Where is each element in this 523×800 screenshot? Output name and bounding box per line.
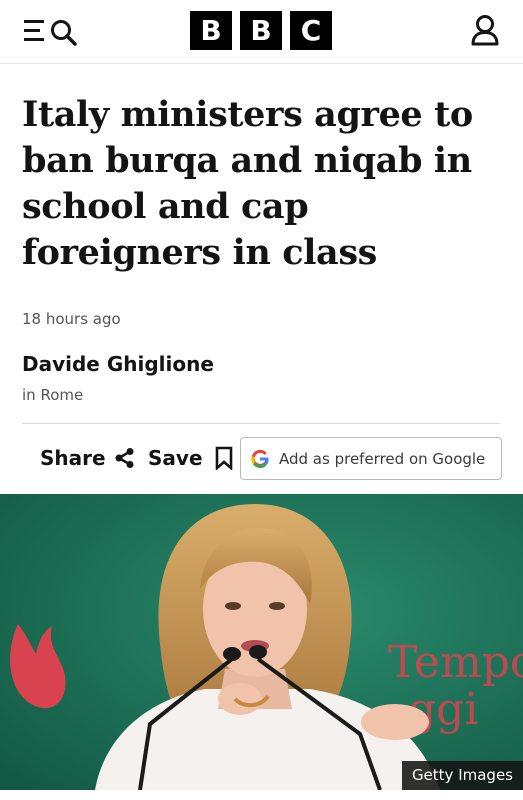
author-name: Davide Ghiglione (22, 352, 214, 376)
article-headline: Italy ministers agree to ban burqa and n… (22, 94, 473, 273)
search-icon[interactable] (51, 20, 77, 46)
photo-credit: Getty Images (401, 761, 523, 790)
author-location: in Rome (22, 386, 84, 404)
save-label: Save (148, 446, 203, 470)
share-label: Share (40, 446, 106, 470)
logo-letter-c: C (290, 11, 332, 50)
add-preferred-google-button[interactable]: Add as preferred on Google (240, 437, 502, 480)
menu-search-button[interactable] (22, 16, 82, 46)
google-g-icon (251, 449, 269, 468)
bookmark-icon (215, 446, 232, 470)
bbc-logo[interactable]: B B C (190, 11, 332, 50)
share-button[interactable]: Share (40, 444, 136, 472)
save-button[interactable]: Save (148, 444, 233, 472)
share-icon (115, 448, 134, 468)
byline-divider (22, 423, 500, 424)
publish-timestamp: 18 hours ago (22, 310, 121, 328)
account-icon[interactable] (470, 14, 500, 46)
photo-illustration: Tempo ggi (0, 494, 523, 790)
article-photo: Tempo ggi Getty Images (0, 494, 523, 790)
google-button-label: Add as preferred on Google (279, 449, 486, 468)
menu-icon[interactable] (24, 20, 44, 41)
logo-letter-b1: B (190, 11, 232, 50)
logo-letter-b2: B (240, 11, 282, 50)
top-navigation-bar: B B C (0, 0, 523, 64)
backdrop-text: Tempo (388, 637, 523, 688)
